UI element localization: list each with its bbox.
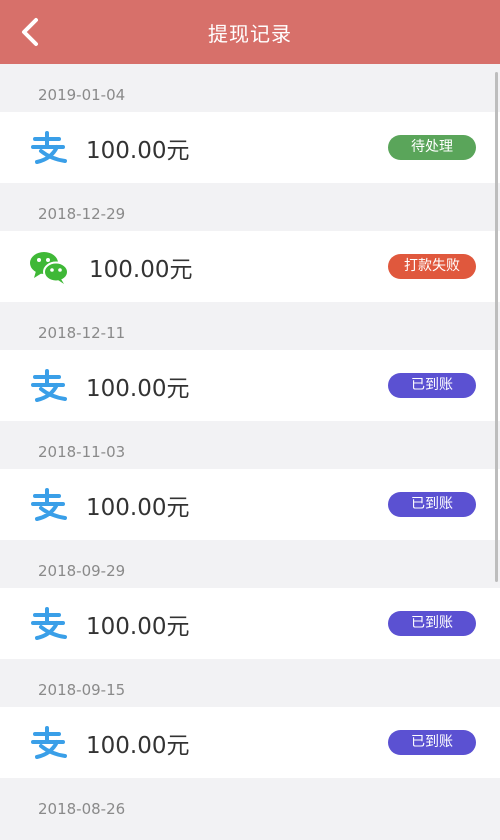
record-date: 2019-01-04 <box>0 64 500 112</box>
record-date: 2018-12-29 <box>0 183 500 231</box>
wechat-icon <box>28 247 70 287</box>
status-badge: 打款失败 <box>388 254 476 279</box>
record-amount: 100.00元 <box>86 137 190 164</box>
record-group: 2018-08-26 <box>0 778 500 826</box>
record-group: 2018-09-15 100.00元 已到账 <box>0 659 500 778</box>
record-row[interactable]: 100.00元 已到账 <box>0 469 500 540</box>
record-amount: 100.00元 <box>86 732 190 759</box>
app-header: 提现记录 <box>0 0 500 64</box>
record-date: 2018-11-03 <box>0 421 500 469</box>
alipay-icon <box>28 604 70 644</box>
record-group: 2018-11-03 100.00元 已到账 <box>0 421 500 540</box>
alipay-icon <box>28 485 70 525</box>
record-row[interactable]: 100.00元 已到账 <box>0 707 500 778</box>
record-amount: 100.00元 <box>86 613 190 640</box>
status-badge: 已到账 <box>388 373 476 398</box>
chevron-left-icon <box>22 18 38 46</box>
record-amount: 100.00元 <box>86 375 190 402</box>
record-row[interactable]: 100.00元 已到账 <box>0 588 500 659</box>
alipay-icon <box>28 128 70 168</box>
record-amount: 100.00元 <box>89 256 193 283</box>
record-group: 2018-09-29 100.00元 已到账 <box>0 540 500 659</box>
alipay-icon <box>28 723 70 763</box>
record-row[interactable]: 100.00元 已到账 <box>0 350 500 421</box>
record-group: 2018-12-11 100.00元 已到账 <box>0 302 500 421</box>
withdraw-record-list: 2019-01-04 100.00元 待处理 2018-12-29 100.00… <box>0 64 500 826</box>
alipay-icon <box>28 366 70 406</box>
status-badge: 已到账 <box>388 611 476 636</box>
record-row[interactable]: 100.00元 打款失败 <box>0 231 500 302</box>
status-badge: 已到账 <box>388 492 476 517</box>
record-row[interactable]: 100.00元 待处理 <box>0 112 500 183</box>
record-date: 2018-08-26 <box>0 778 500 826</box>
record-amount: 100.00元 <box>86 494 190 521</box>
status-badge: 已到账 <box>388 730 476 755</box>
record-date: 2018-09-29 <box>0 540 500 588</box>
record-date: 2018-12-11 <box>0 302 500 350</box>
record-group: 2019-01-04 100.00元 待处理 <box>0 64 500 183</box>
record-group: 2018-12-29 100.00元 打款失败 <box>0 183 500 302</box>
back-button[interactable] <box>12 14 48 50</box>
record-date: 2018-09-15 <box>0 659 500 707</box>
scrollbar[interactable] <box>495 72 498 582</box>
page-title: 提现记录 <box>208 21 292 46</box>
status-badge: 待处理 <box>388 135 476 160</box>
